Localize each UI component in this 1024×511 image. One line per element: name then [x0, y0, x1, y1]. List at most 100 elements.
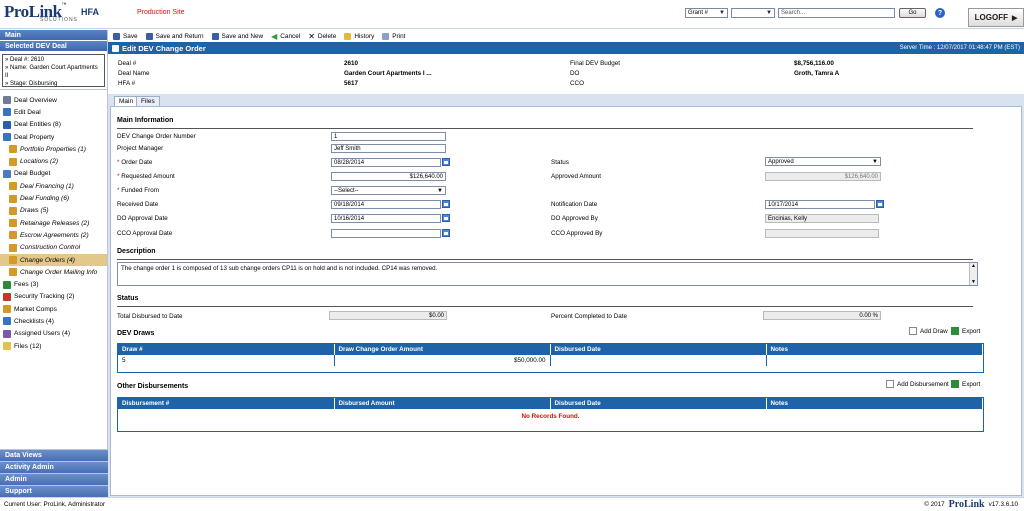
print-button[interactable]: Print — [382, 32, 406, 40]
sidebar-item[interactable]: Deal Budget — [0, 168, 107, 180]
co-number-input[interactable]: 1 — [331, 132, 446, 141]
dev-draws-title: DEV Draws — [117, 330, 155, 337]
do-value: Groth, Tamra A — [794, 70, 840, 77]
sidebar-data-views[interactable]: Data Views — [0, 449, 108, 461]
sidebar-item[interactable]: Deal Property — [0, 131, 107, 143]
sidebar-item[interactable]: Retainage Releases (2) — [0, 217, 107, 229]
pm-input[interactable]: Jeff Smith — [331, 144, 446, 153]
draw-num-cell: 5 — [118, 355, 335, 366]
cco-approval-date-input[interactable] — [331, 229, 441, 238]
do-approval-date-input[interactable]: 10/16/2014 — [331, 214, 441, 223]
history-button[interactable]: History — [344, 32, 374, 40]
add-draw-button[interactable]: Add Draw — [909, 327, 948, 335]
site-label: Production Site — [137, 9, 185, 16]
product-name: HFA — [81, 7, 99, 17]
save-and-return-button[interactable]: Save and Return — [145, 32, 204, 40]
sidebar-item[interactable]: Escrow Agreements (2) — [0, 229, 107, 241]
col-notes[interactable]: Notes — [766, 398, 983, 409]
sidebar-item[interactable]: Draws (5) — [0, 205, 107, 217]
tab-main[interactable]: Main — [114, 96, 139, 106]
sidebar-admin[interactable]: Admin — [0, 473, 108, 485]
funded-from-value: --Select-- — [334, 187, 359, 194]
table-row[interactable]: 5 $50,000.00 — [118, 355, 983, 366]
col-disbursement-num[interactable]: Disbursement # — [118, 398, 335, 409]
total-disbursed-field: $0.00 — [329, 311, 447, 320]
calendar-icon[interactable] — [442, 214, 450, 222]
order-date-input[interactable]: 08/28/2014 — [331, 158, 441, 167]
sidebar-item[interactable]: Deal Overview — [0, 94, 107, 106]
go-button[interactable]: Go — [899, 8, 926, 18]
sidebar: Main Selected DEV Deal » Deal #: 2610 » … — [0, 30, 108, 497]
status-label: Status — [551, 159, 569, 166]
textarea-scrollbar[interactable]: ▲ ▼ — [969, 263, 977, 285]
sidebar-item-label: Checklists (4) — [14, 317, 54, 325]
delete-button[interactable]: ✕ Delete — [308, 32, 336, 41]
sidebar-item[interactable]: Deal Financing (1) — [0, 180, 107, 192]
sidebar-activity-admin[interactable]: Activity Admin — [0, 461, 108, 473]
pm-label: Project Manager — [117, 145, 164, 152]
sidebar-item[interactable]: Portfolio Properties (1) — [0, 143, 107, 155]
status-value: Approved — [768, 158, 794, 165]
sidebar-item[interactable]: Change Order Mailing Info — [0, 266, 107, 278]
col-disbursed-amount[interactable]: Disbursed Amount — [334, 398, 551, 409]
save-button[interactable]: Save — [113, 32, 138, 40]
col-draw-num[interactable]: Draw # — [118, 344, 335, 355]
sidebar-item[interactable]: Checklists (4) — [0, 315, 107, 327]
sidebar-item[interactable]: Files (12) — [0, 340, 107, 352]
requested-amount-input[interactable]: $126,640.00 — [331, 172, 446, 181]
col-notes[interactable]: Notes — [766, 344, 983, 355]
edit-icon — [112, 44, 119, 52]
add-disbursement-button[interactable]: Add Disbursement — [886, 380, 949, 388]
export-draws-button[interactable]: Export — [951, 327, 980, 335]
add-icon — [909, 327, 917, 335]
export-disbursements-button[interactable]: Export — [951, 380, 980, 388]
sidebar-item[interactable]: Market Comps — [0, 303, 107, 315]
funded-from-select[interactable]: --Select-- ▼ — [331, 186, 446, 195]
sidebar-item-icon — [3, 342, 11, 351]
sidebar-item[interactable]: Change Orders (4) — [0, 253, 107, 267]
received-date-input[interactable]: 09/18/2014 — [331, 200, 441, 209]
calendar-icon[interactable] — [442, 200, 450, 208]
deal-info-number: » Deal #: 2610 — [5, 57, 45, 63]
tab-files[interactable]: Files — [136, 96, 160, 106]
status-section-title: Status — [117, 295, 139, 302]
sidebar-item-icon — [9, 206, 17, 215]
sidebar-item-icon — [3, 292, 11, 301]
description-textarea[interactable]: The change order 1 is composed of 13 sub… — [117, 262, 978, 286]
sidebar-item[interactable]: Deal Entities (8) — [0, 119, 107, 131]
col-disbursed-date[interactable]: Disbursed Date — [550, 398, 767, 409]
main-panel: Main Information DEV Change Order Number… — [110, 106, 1022, 496]
pct-complete-label: Percent Completed to Date — [551, 313, 627, 320]
sidebar-item[interactable]: Assigned Users (4) — [0, 328, 107, 340]
selected-deal-info: » Deal #: 2610 » Name: Garden Court Apar… — [2, 54, 105, 87]
save-and-new-button[interactable]: Save and New — [211, 32, 263, 40]
funded-from-text: Funded From — [121, 187, 159, 194]
search-input[interactable]: Search... — [778, 8, 895, 18]
calendar-icon[interactable] — [442, 158, 450, 166]
calendar-icon[interactable] — [876, 200, 884, 208]
sidebar-item[interactable]: Construction Control — [0, 242, 107, 254]
sidebar-support[interactable]: Support — [0, 485, 108, 497]
search-type-select[interactable]: Grant # ▼ — [685, 8, 728, 18]
help-icon[interactable]: ? — [935, 8, 945, 18]
page-title-bar: Edit DEV Change Order Server Time : 12/0… — [108, 42, 1024, 54]
sidebar-item[interactable]: Fees (3) — [0, 278, 107, 290]
other-disbursements-table: Disbursement # Disbursed Amount Disburse… — [118, 398, 983, 409]
sidebar-main-header[interactable]: Main — [0, 30, 107, 41]
logoff-button[interactable]: LOGOFF ▶ — [968, 8, 1024, 27]
pct-complete-field: 0.00 % — [763, 311, 881, 320]
cancel-button[interactable]: ◀ Cancel — [271, 32, 300, 41]
col-disbursed-date[interactable]: Disbursed Date — [550, 344, 767, 355]
col-draw-amount[interactable]: Draw Change Order Amount — [334, 344, 551, 355]
sidebar-item[interactable]: Edit Deal — [0, 106, 107, 118]
co-number-label: DEV Change Order Number — [117, 133, 196, 140]
notification-date-input[interactable]: 10/17/2014 — [765, 200, 875, 209]
status-select[interactable]: Approved ▼ — [765, 157, 881, 166]
sidebar-item-icon — [9, 194, 17, 203]
search-subtype-select[interactable]: ▼ — [731, 8, 775, 18]
sidebar-item[interactable]: Deal Funding (6) — [0, 192, 107, 204]
calendar-icon[interactable] — [442, 229, 450, 237]
print-label: Print — [392, 32, 406, 40]
sidebar-item[interactable]: Locations (2) — [0, 155, 107, 167]
sidebar-item[interactable]: Security Tracking (2) — [0, 291, 107, 303]
